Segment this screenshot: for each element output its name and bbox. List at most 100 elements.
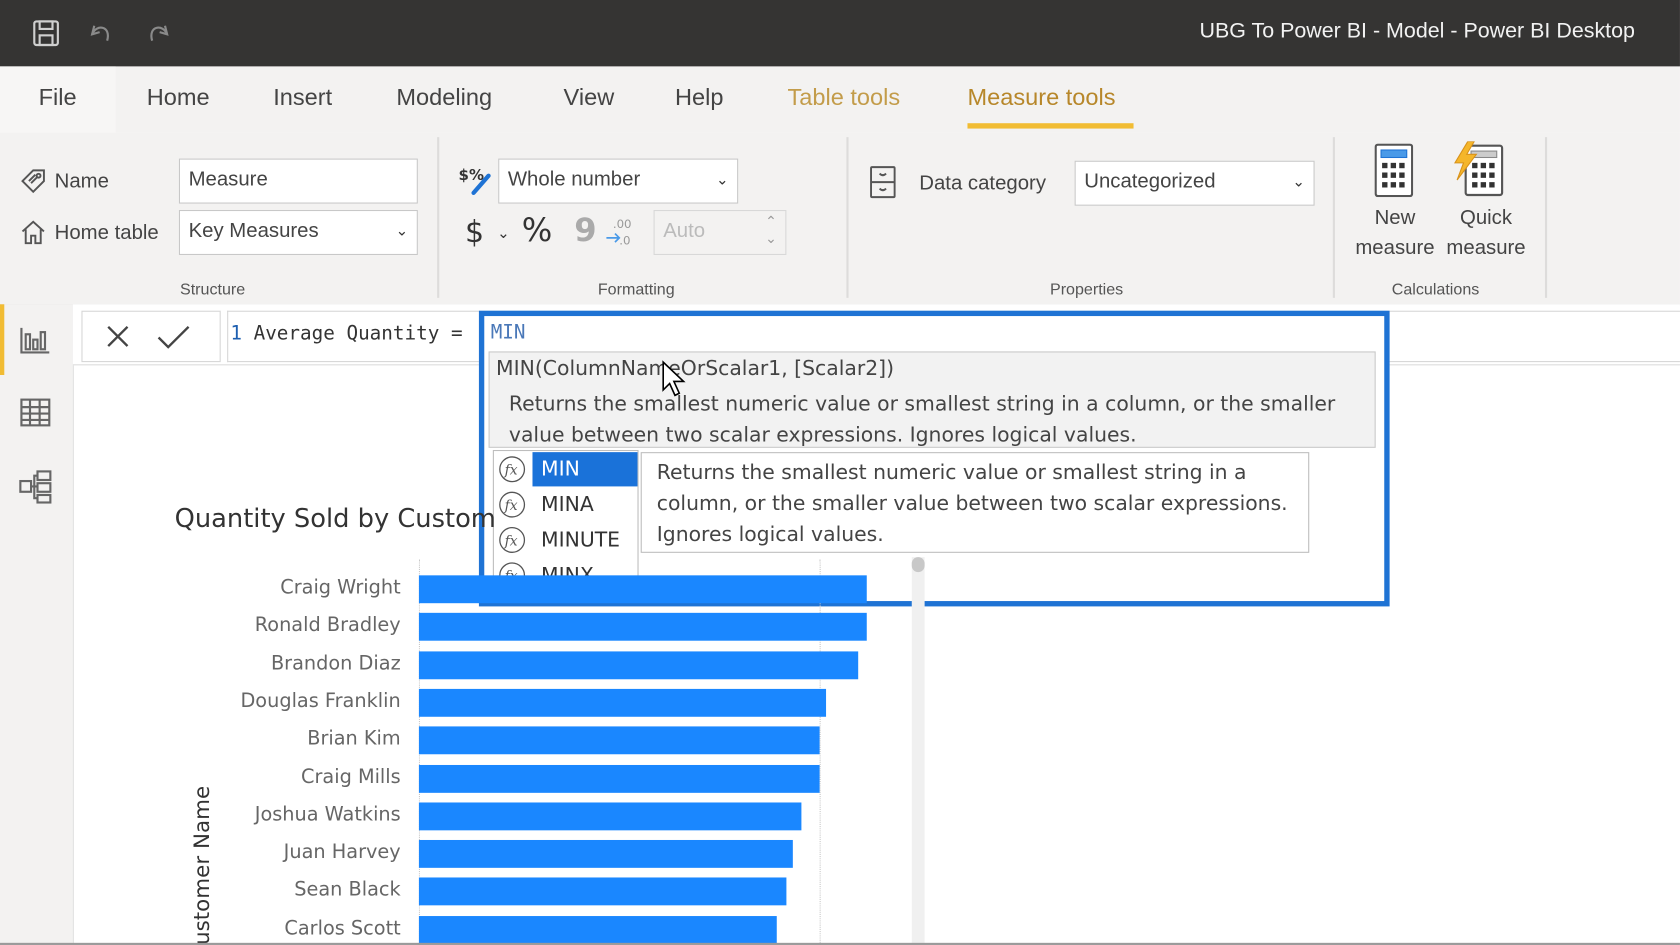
tab-view[interactable]: View: [564, 84, 615, 112]
bar-craig-wright[interactable]: [418, 575, 867, 604]
close-icon: [107, 325, 129, 347]
mouse-cursor-icon: [662, 360, 686, 397]
percent-button[interactable]: %: [522, 212, 553, 249]
svg-text:fx: fx: [504, 533, 518, 549]
redo-icon[interactable]: [141, 17, 173, 49]
group-separator: [1332, 137, 1335, 298]
svg-text:fx: fx: [504, 498, 518, 514]
format-icon: $%: [459, 165, 493, 197]
category-label: Sean Black: [294, 878, 401, 902]
tab-help[interactable]: Help: [675, 84, 723, 112]
autocomplete-item-minute[interactable]: fx MINUTE: [494, 523, 638, 557]
format-select[interactable]: Whole number ⌄: [498, 158, 739, 204]
new-measure-label-1: New: [1374, 206, 1416, 230]
home-table-label: Home table: [54, 221, 159, 245]
power-bi-window: UBG To Power BI - Model - Power BI Deskt…: [0, 0, 1680, 945]
autocomplete-item-min[interactable]: fx MIN: [494, 452, 638, 487]
chart-title: Quantity Sold by Custom: [174, 503, 496, 534]
window-title: UBG To Power BI - Model - Power BI Deskt…: [1199, 19, 1635, 43]
svg-text:.00: .00: [613, 217, 632, 231]
title-bar: UBG To Power BI - Model - Power BI Deskt…: [0, 0, 1680, 67]
function-icon: fx: [498, 455, 526, 483]
tab-measure-tools[interactable]: Measure tools: [967, 84, 1115, 112]
y-axis-title: ustomer Name: [188, 785, 215, 945]
spinner-down-icon[interactable]: ⌄: [765, 230, 777, 247]
svg-text:$%: $%: [459, 166, 484, 184]
spinner-up-icon[interactable]: ⌃: [765, 213, 777, 230]
autocomplete-item-mina[interactable]: fx MINA: [494, 487, 638, 521]
bar-carlos-scott[interactable]: [418, 915, 778, 944]
typed-function-text: MIN: [490, 321, 526, 344]
function-signature: MIN(ColumnNameOrScalar1, [Scalar2]): [496, 356, 895, 381]
active-view-indicator: [0, 304, 5, 375]
data-category-select[interactable]: Uncategorized ⌄: [1074, 160, 1315, 206]
name-input[interactable]: Measure: [178, 158, 418, 204]
chevron-down-icon: ⌄: [1292, 172, 1305, 190]
tab-table-tools[interactable]: Table tools: [787, 84, 900, 112]
function-signature-description: Returns the smallest numeric value or sm…: [508, 392, 1336, 447]
category-label: Douglas Franklin: [240, 689, 401, 713]
comma-button[interactable]: 9: [574, 212, 596, 249]
chart-scrollbar-thumb[interactable]: [911, 557, 925, 573]
quick-measure-icon[interactable]: [1453, 140, 1504, 197]
chevron-down-icon: ⌄: [715, 170, 729, 188]
bar-brandon-diaz[interactable]: [418, 650, 858, 679]
cancel-formula-button[interactable]: [100, 318, 136, 354]
category-label: Joshua Watkins: [254, 803, 401, 826]
check-icon: [157, 325, 190, 349]
tab-modeling[interactable]: Modeling: [396, 84, 492, 112]
tag-icon: [19, 167, 47, 195]
decimal-places-value: Auto: [663, 219, 706, 243]
function-signature-tooltip: MIN(ColumnNameOrScalar1, [Scalar2]) Retu…: [488, 351, 1376, 448]
new-measure-calculator-icon[interactable]: [1374, 143, 1414, 198]
group-separator: [1544, 137, 1548, 298]
currency-button[interactable]: $: [465, 214, 484, 249]
bar-chart-icon: [20, 327, 50, 354]
home-table-select[interactable]: Key Measures ⌄: [178, 209, 418, 255]
formula-actions: [81, 310, 221, 363]
report-view-button[interactable]: [17, 321, 53, 357]
undo-icon[interactable]: [86, 17, 118, 49]
bar-douglas-franklin[interactable]: [418, 688, 827, 717]
data-view-button[interactable]: [17, 394, 53, 430]
home-table-value: Key Measures: [188, 219, 319, 243]
tab-home[interactable]: Home: [147, 84, 210, 112]
category-label: Carlos Scott: [284, 916, 401, 940]
autocomplete-item-description: Returns the smallest numeric value or sm…: [640, 452, 1310, 553]
table-grid-icon: [20, 398, 51, 427]
data-category-icon: [868, 165, 898, 199]
category-label: Brian Kim: [307, 727, 401, 751]
quick-measure-label-2: measure: [1446, 236, 1526, 260]
bar-sean-black[interactable]: [418, 877, 787, 906]
function-icon: fx: [498, 491, 526, 519]
decimal-places-icon[interactable]: .00.0: [604, 216, 636, 248]
commit-formula-button[interactable]: [155, 318, 191, 354]
bar-craig-mills[interactable]: [418, 764, 820, 793]
autocomplete-item-label: MINA: [541, 492, 594, 517]
model-view-button[interactable]: [17, 468, 53, 504]
new-measure-label-2: measure: [1355, 236, 1435, 260]
decimal-places-input[interactable]: Auto ⌃ ⌄: [653, 209, 787, 255]
tab-file[interactable]: File: [39, 84, 77, 112]
properties-group-label: Properties: [1049, 280, 1124, 299]
category-label: Brandon Diaz: [270, 652, 401, 675]
category-label: Ronald Bradley: [254, 614, 401, 637]
bar-juan-harvey[interactable]: [418, 840, 793, 868]
structure-group-label: Structure: [179, 280, 246, 299]
chart-scrollbar[interactable]: [911, 557, 925, 945]
quick-measure-button[interactable]: Quick measure: [1440, 204, 1532, 264]
tab-insert[interactable]: Insert: [273, 84, 332, 112]
new-measure-button[interactable]: New measure: [1348, 204, 1442, 264]
bar-joshua-watkins[interactable]: [418, 802, 802, 831]
bar-ronald-bradley[interactable]: [418, 613, 867, 642]
format-value: Whole number: [507, 168, 641, 191]
data-category-value: Uncategorized: [1084, 170, 1216, 193]
currency-dropdown-icon[interactable]: ⌄: [497, 225, 510, 242]
bar-brian-kim[interactable]: [418, 726, 820, 755]
data-category-label: Data category: [919, 172, 1047, 195]
save-icon[interactable]: [30, 17, 62, 49]
group-separator: [437, 137, 440, 298]
quick-measure-label-1: Quick: [1460, 206, 1513, 230]
category-label: Juan Harvey: [283, 841, 401, 864]
calculations-group-label: Calculations: [1391, 280, 1480, 299]
